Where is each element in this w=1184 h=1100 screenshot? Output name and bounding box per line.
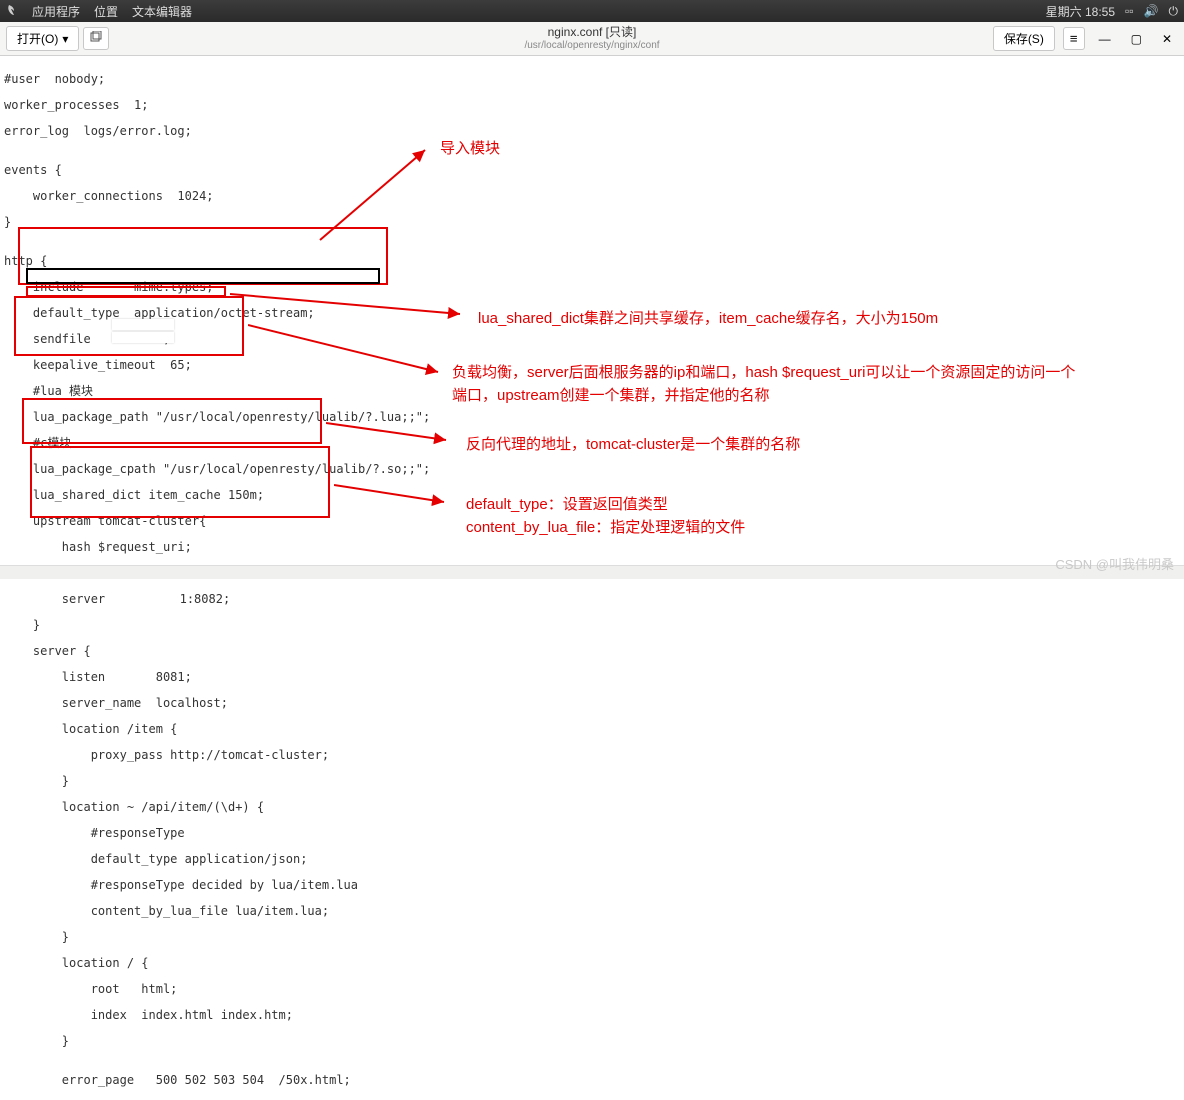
code-line: lua_package_path "/usr/local/openresty/l…	[4, 411, 1184, 424]
code-line: }	[4, 619, 1184, 632]
annotation-import-module: 导入模块	[440, 138, 500, 161]
foot-icon	[6, 4, 18, 19]
code-line: location / {	[4, 957, 1184, 970]
code-line: }	[4, 1035, 1184, 1048]
annotation-default-type: default_type：设置返回值类型 content_by_lua_file…	[466, 494, 745, 539]
code-line: #user nobody;	[4, 73, 1184, 86]
code-line: }	[4, 216, 1184, 229]
code-line: proxy_pass http://tomcat-cluster;	[4, 749, 1184, 762]
code-line: server_name localhost;	[4, 697, 1184, 710]
watermark: CSDN @叫我伟明桑	[1055, 554, 1174, 573]
redaction	[112, 319, 174, 330]
window-title: nginx.conf [只读] /usr/local/openresty/ngi…	[524, 26, 659, 50]
code-line: default_type application/json;	[4, 853, 1184, 866]
code-line: worker_processes 1;	[4, 99, 1184, 112]
chevron-down-icon: ▾	[62, 32, 68, 46]
annotation-proxy-pass: 反向代理的地址，tomcat-cluster是一个集群的名称	[466, 434, 800, 457]
annotation-upstream: 负载均衡，server后面根服务器的ip和端口，hash $request_ur…	[452, 362, 1172, 407]
code-line: }	[4, 775, 1184, 788]
close-button[interactable]: ✕	[1156, 32, 1178, 46]
power-icon[interactable]: ⏻	[1169, 4, 1179, 19]
network-icon[interactable]: ▫▫	[1125, 4, 1134, 18]
new-tab-button[interactable]	[83, 27, 109, 50]
code-line: #responseType	[4, 827, 1184, 840]
code-line: content_by_lua_file lua/item.lua;	[4, 905, 1184, 918]
code-line: sendfile on;	[4, 333, 1184, 346]
status-bar	[0, 565, 1184, 579]
code-line: events {	[4, 164, 1184, 177]
hamburger-menu-button[interactable]: ≡	[1063, 27, 1085, 50]
code-line: server 1:8082;	[4, 593, 1184, 606]
menu-places[interactable]: 位置	[94, 3, 118, 20]
code-line: location /item {	[4, 723, 1184, 736]
code-line: error_page 500 502 503 504 /50x.html;	[4, 1074, 1184, 1087]
code-line: include mime.types;	[4, 281, 1184, 294]
code-line: listen 8081;	[4, 671, 1184, 684]
code-line: hash $request_uri;	[4, 541, 1184, 554]
minimize-button[interactable]: —	[1093, 32, 1117, 46]
menu-applications[interactable]: 应用程序	[32, 3, 80, 20]
annotation-shared-dict: lua_shared_dict集群之间共享缓存，item_cache缓存名，大小…	[478, 308, 938, 331]
maximize-button[interactable]: ▢	[1125, 32, 1148, 46]
code-line: http {	[4, 255, 1184, 268]
system-topbar: 应用程序 位置 文本编辑器 星期六 18:55 ▫▫ 🔊 ⏻	[0, 0, 1184, 22]
code-line: root html;	[4, 983, 1184, 996]
menu-texteditor[interactable]: 文本编辑器	[132, 3, 192, 20]
code-line: error_log logs/error.log;	[4, 125, 1184, 138]
save-button[interactable]: 保存(S)	[993, 26, 1055, 51]
clock: 星期六 18:55	[1046, 3, 1115, 20]
window-titlebar: 打开(O)▾ nginx.conf [只读] /usr/local/openre…	[0, 22, 1184, 56]
redaction	[112, 332, 174, 343]
code-line: lua_package_cpath "/usr/local/openresty/…	[4, 463, 1184, 476]
code-line: #responseType decided by lua/item.lua	[4, 879, 1184, 892]
code-line: worker_connections 1024;	[4, 190, 1184, 203]
code-line: location ~ /api/item/(\d+) {	[4, 801, 1184, 814]
code-line: server {	[4, 645, 1184, 658]
code-line: index index.html index.htm;	[4, 1009, 1184, 1022]
volume-icon[interactable]: 🔊	[1144, 4, 1159, 18]
code-line: }	[4, 931, 1184, 944]
open-button[interactable]: 打开(O)▾	[6, 26, 79, 51]
